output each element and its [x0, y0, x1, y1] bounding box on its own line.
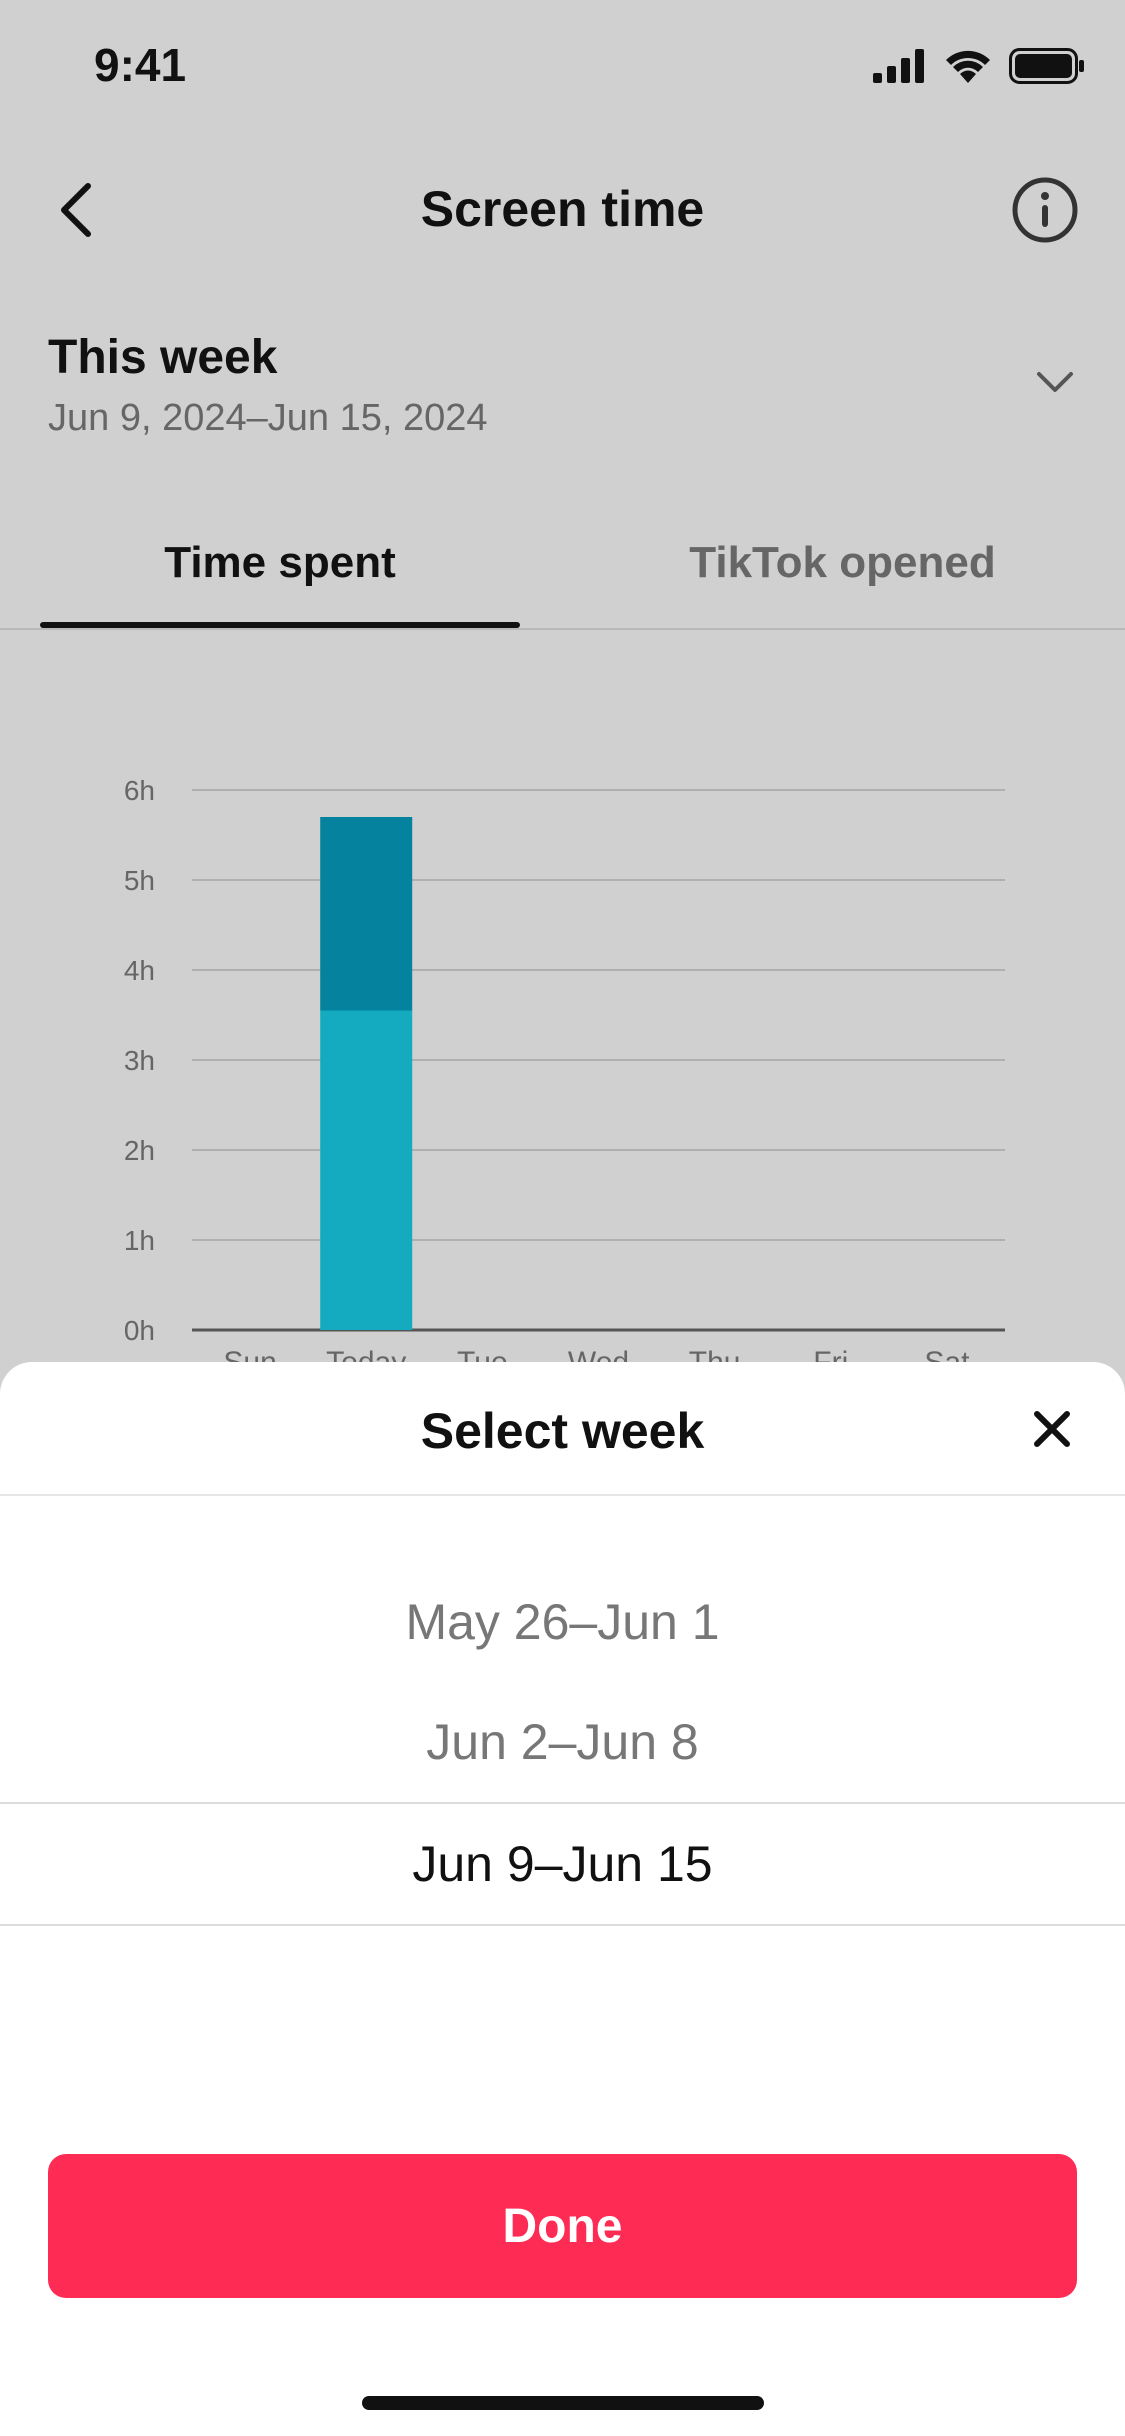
y-tick-label: 6h — [124, 775, 155, 806]
done-button[interactable]: Done — [48, 2154, 1077, 2298]
week-range: Jun 9, 2024–Jun 15, 2024 — [48, 397, 488, 439]
nav-bar: Screen time — [0, 150, 1125, 270]
screen: 9:41 Screen time This week Jun 9, 2024–J… — [0, 0, 1125, 2436]
tab-time-spent[interactable]: Time spent — [40, 538, 520, 588]
week-label: This week — [48, 331, 278, 384]
status-icons — [873, 48, 1085, 84]
status-time: 9:41 — [94, 39, 187, 91]
home-indicator — [362, 2396, 764, 2410]
week-option-selected[interactable]: Jun 9–Jun 15 — [0, 1802, 1125, 1926]
y-tick-label: 1h — [124, 1225, 155, 1256]
signal-icon — [873, 49, 924, 83]
week-picker[interactable]: May 26–Jun 1 Jun 2–Jun 8 Jun 9–Jun 15 — [0, 1562, 1125, 1926]
info-button[interactable] — [1005, 170, 1085, 250]
bar-segment — [320, 1010, 413, 1330]
week-option[interactable]: May 26–Jun 1 — [0, 1562, 1125, 1682]
y-tick-label: 2h — [124, 1135, 155, 1166]
battery-icon — [1009, 48, 1084, 84]
week-option[interactable]: Jun 2–Jun 8 — [0, 1682, 1125, 1802]
chevron-down-icon — [1037, 372, 1073, 392]
status-bar: 9:41 — [0, 0, 1125, 135]
info-icon — [1012, 177, 1078, 243]
y-tick-label: 4h — [124, 955, 155, 986]
y-tick-label: 0h — [124, 1315, 155, 1346]
wifi-icon — [946, 50, 990, 83]
tabs: Time spent TikTok opened — [0, 520, 1125, 630]
sheet-title: Select week — [420, 1403, 705, 1459]
close-button[interactable] — [1017, 1394, 1087, 1464]
y-tick-label: 5h — [124, 865, 155, 896]
close-icon — [1034, 1411, 1070, 1447]
sheet-header: Select week — [0, 1362, 1125, 1496]
screen-time-chart: 0h1h2h3h4h5h6hSunTodayTueWedThuFriSat — [124, 775, 1005, 1379]
page-title: Screen time — [420, 181, 705, 237]
tab-tiktok-opened[interactable]: TikTok opened — [560, 538, 1125, 588]
bar-segment — [320, 817, 413, 1011]
select-week-sheet: Select week May 26–Jun 1 Jun 2–Jun 8 Jun… — [0, 1362, 1125, 2436]
tab-indicator — [40, 622, 520, 628]
y-tick-label: 3h — [124, 1045, 155, 1076]
week-selector[interactable]: This week Jun 9, 2024–Jun 15, 2024 — [48, 330, 1085, 460]
